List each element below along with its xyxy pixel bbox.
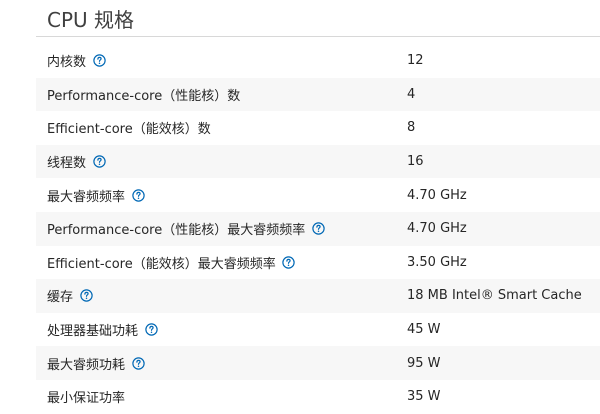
- spec-row-cores: 内核数 12: [36, 44, 600, 78]
- spec-value-min-assured-power: 35 W: [407, 389, 441, 405]
- spec-label-cores: 内核数: [47, 51, 106, 70]
- spec-row-cache: 缓存 18 MB Intel® Smart Cache: [36, 279, 600, 313]
- help-icon[interactable]: [92, 155, 106, 169]
- spec-value-pcore-max-turbo: 4.70 GHz: [407, 221, 467, 237]
- help-icon[interactable]: [311, 222, 325, 236]
- spec-value-performance-cores: 4: [407, 86, 416, 102]
- spec-row-pcore-max-turbo: Performance-core（性能核）最大睿频频率 4.70 GHz: [36, 211, 600, 246]
- spec-value-base-power: 45 W: [407, 322, 441, 338]
- spec-row-efficient-cores: Efficient-core（能效核）数 8: [36, 111, 600, 145]
- help-icon[interactable]: [92, 54, 106, 68]
- spec-label-max-turbo-frequency: 最大睿频频率: [47, 186, 145, 205]
- section-title: CPU 规格: [47, 8, 135, 32]
- spec-label-ecore-max-turbo: Efficient-core（能效核）最大睿频频率: [47, 253, 296, 272]
- spec-value-max-turbo-frequency: 4.70 GHz: [407, 187, 467, 203]
- spec-value-cores: 12: [407, 53, 424, 69]
- spec-row-ecore-max-turbo: Efficient-core（能效核）最大睿频频率 3.50 GHz: [36, 246, 600, 280]
- spec-label-cache: 缓存: [47, 286, 93, 305]
- spec-table: 内核数 12 Performance-core（性能核）数 4 Efficien…: [36, 44, 600, 414]
- spec-value-max-turbo-power: 95 W: [407, 355, 441, 371]
- title-divider: [36, 36, 600, 37]
- help-icon[interactable]: [79, 289, 93, 303]
- spec-value-threads: 16: [407, 154, 424, 170]
- spec-row-max-turbo-power: 最大睿频功耗 95 W: [36, 346, 600, 380]
- spec-label-efficient-cores: Efficient-core（能效核）数: [47, 122, 211, 138]
- spec-label-max-turbo-power: 最大睿频功耗: [47, 354, 145, 373]
- spec-value-cache: 18 MB Intel® Smart Cache: [407, 288, 582, 304]
- spec-row-threads: 线程数 16: [36, 144, 600, 179]
- spec-value-ecore-max-turbo: 3.50 GHz: [407, 254, 467, 270]
- spec-row-performance-cores: Performance-core（性能核）数 4: [36, 77, 600, 112]
- spec-label-threads: 线程数: [47, 152, 106, 171]
- help-icon[interactable]: [144, 323, 158, 337]
- spec-row-base-power: 处理器基础功耗 45 W: [36, 313, 600, 347]
- spec-value-efficient-cores: 8: [407, 120, 416, 136]
- help-icon[interactable]: [131, 356, 145, 370]
- help-icon[interactable]: [131, 188, 145, 202]
- help-icon[interactable]: [282, 255, 296, 269]
- spec-label-base-power: 处理器基础功耗: [47, 320, 158, 339]
- spec-row-max-turbo-frequency: 最大睿频频率 4.70 GHz: [36, 178, 600, 212]
- spec-row-min-assured-power: 最小保证功率 35 W: [36, 380, 600, 414]
- spec-label-min-assured-power: 最小保证功率: [47, 391, 126, 407]
- spec-label-performance-cores: Performance-core（性能核）数: [47, 88, 241, 104]
- spec-label-pcore-max-turbo: Performance-core（性能核）最大睿频频率: [47, 219, 325, 238]
